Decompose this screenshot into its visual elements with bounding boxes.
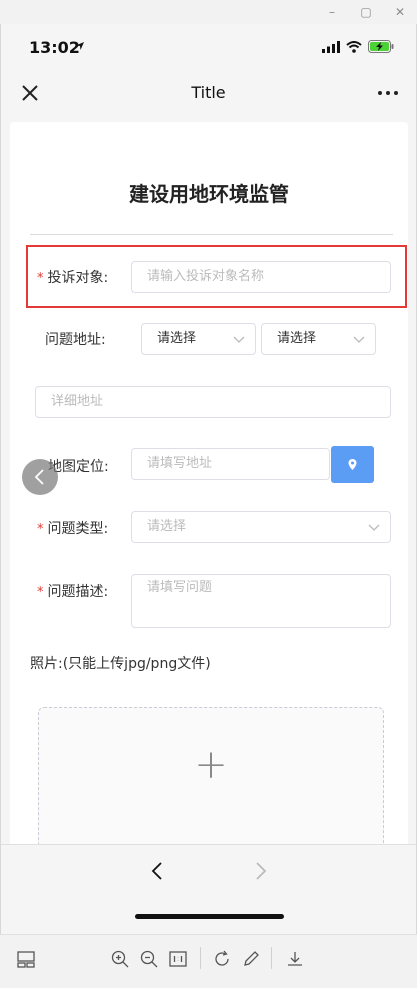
status-bar: 13:02 xyxy=(1,24,416,72)
chevron-down-icon xyxy=(353,336,365,343)
city-select[interactable]: 请选择 xyxy=(261,323,376,355)
zoom-out-icon[interactable] xyxy=(139,949,159,969)
problem-description-label: * 问题描述: xyxy=(37,581,108,601)
city-select-value: 请选择 xyxy=(277,331,317,346)
layout-icon[interactable] xyxy=(16,949,36,969)
title-divider xyxy=(30,234,393,235)
province-select-value: 请选择 xyxy=(157,331,197,346)
wifi-icon xyxy=(346,40,362,53)
toolbar-divider xyxy=(271,947,272,969)
complaint-target-label: * 投诉对象: xyxy=(37,267,108,287)
minimize-icon[interactable]: – xyxy=(323,3,341,21)
province-select[interactable]: 请选择 xyxy=(141,323,256,355)
problem-description-textarea[interactable]: 请填写问题 xyxy=(131,574,391,628)
required-mark: * xyxy=(37,585,44,600)
phone-screen: 13:02 Title 建设用地环境监管 * 投诉对象: 请输入投诉对象名称 问题… xyxy=(0,24,417,934)
chevron-left-icon xyxy=(34,469,44,485)
photo-upload-area[interactable]: + xyxy=(38,707,384,855)
problem-description-label-text: 问题描述: xyxy=(47,584,109,600)
battery-charging-icon xyxy=(368,40,394,53)
window-title-bar: – ▢ ✕ xyxy=(0,0,417,24)
photos-label: 照片:(只能上传jpg/png文件) xyxy=(30,656,211,672)
download-icon[interactable] xyxy=(285,949,305,969)
problem-type-select[interactable]: 请选择 xyxy=(131,511,391,543)
maximize-icon[interactable]: ▢ xyxy=(357,3,375,21)
status-time: 13:02 xyxy=(29,38,80,57)
close-window-icon[interactable]: ✕ xyxy=(391,3,409,21)
rotate-icon[interactable] xyxy=(212,949,232,969)
toolbar-divider xyxy=(200,947,201,969)
form-title: 建设用地环境监管 xyxy=(129,182,289,206)
complaint-target-label-text: 投诉对象: xyxy=(47,270,109,286)
nav-bar: Title xyxy=(1,72,416,116)
required-mark: * xyxy=(37,271,44,286)
more-icon[interactable] xyxy=(376,82,400,104)
map-address-input[interactable]: 请填写地址 xyxy=(131,448,330,480)
floating-back-button[interactable] xyxy=(22,459,58,495)
location-arrow-icon xyxy=(76,42,84,50)
chevron-down-icon xyxy=(368,524,380,531)
bottom-toolbar xyxy=(0,934,417,988)
home-indicator xyxy=(135,914,284,919)
zoom-in-icon[interactable] xyxy=(110,949,130,969)
page-navigation-bar xyxy=(1,844,416,934)
map-pin-icon xyxy=(348,459,357,470)
detail-address-input[interactable]: 详细地址 xyxy=(35,386,391,418)
problem-type-placeholder: 请选择 xyxy=(147,519,187,534)
previous-page-icon[interactable] xyxy=(147,860,169,882)
required-mark: * xyxy=(37,522,44,537)
problem-type-label: * 问题类型: xyxy=(37,518,108,538)
next-page-icon[interactable] xyxy=(249,860,271,882)
actual-size-icon[interactable] xyxy=(168,949,188,969)
form-card: 建设用地环境监管 * 投诉对象: 请输入投诉对象名称 问题地址: 请选择 请选择 … xyxy=(10,122,408,862)
status-icons xyxy=(322,40,394,53)
edit-icon[interactable] xyxy=(241,949,261,969)
chevron-down-icon xyxy=(233,336,245,343)
problem-type-label-text: 问题类型: xyxy=(47,521,109,537)
add-photo-icon: + xyxy=(194,742,228,788)
map-location-button[interactable] xyxy=(331,446,374,483)
problem-address-label: 问题地址: xyxy=(45,332,106,348)
signal-icon xyxy=(322,40,340,53)
nav-title: Title xyxy=(191,83,226,102)
complaint-target-input[interactable]: 请输入投诉对象名称 xyxy=(131,261,391,293)
